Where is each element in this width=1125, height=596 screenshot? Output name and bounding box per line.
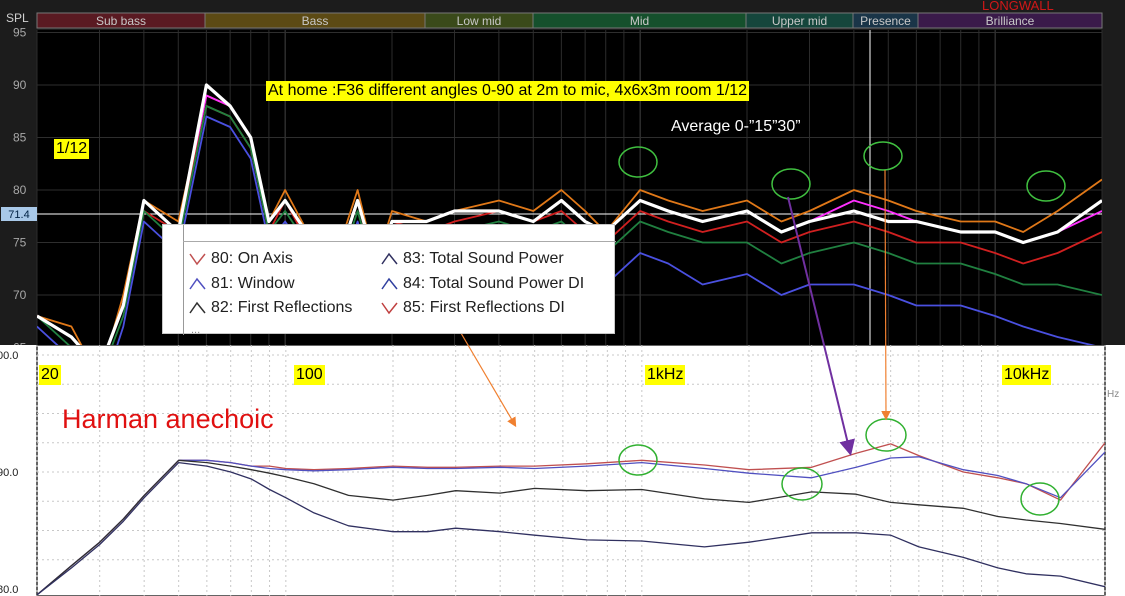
legend-swatch-icon — [381, 277, 398, 290]
plot-frame — [36, 345, 1106, 596]
legend-label: 83: Total Sound Power — [403, 250, 564, 267]
band-header: Sub bass — [36, 12, 206, 29]
band-header: Brilliance — [917, 12, 1103, 29]
axis-edge-fragment: Hz — [1107, 389, 1119, 400]
y-tick-label: 80.0 — [0, 584, 18, 596]
x-label-10khz: 10kHz — [1002, 365, 1052, 385]
y-tick-label: 90.0 — [0, 467, 18, 479]
band-label: Upper mid — [772, 14, 827, 28]
legend: 80: On Axis 81: Window 82: First Reflect… — [162, 224, 616, 335]
legend-item[interactable]: 84: Total Sound Power DI — [381, 275, 584, 293]
y-tick-label: 90 — [13, 78, 27, 92]
measurement-title: At home :F36 different angles 0-90 at 2m… — [266, 81, 750, 101]
band-label: Presence — [860, 14, 911, 28]
legend-label: 80: On Axis — [211, 250, 293, 267]
y-tick-label: 75 — [13, 236, 27, 250]
band-header: Presence — [852, 12, 919, 29]
legend-item[interactable]: 80: On Axis — [189, 250, 293, 268]
legend-swatch-icon — [381, 302, 398, 315]
legend-swatch-icon — [189, 277, 206, 290]
band-label: Mid — [630, 14, 649, 28]
x-label-1khz: 1kHz — [645, 365, 686, 385]
legend-item[interactable]: 82: First Reflections — [189, 299, 352, 317]
legend-truncated-row: ... — [191, 324, 201, 335]
legend-label: 85: First Reflections DI — [403, 299, 565, 316]
legend-divider — [183, 241, 616, 242]
band-header: Bass — [204, 12, 426, 29]
y-tick-label: 85 — [13, 131, 27, 145]
harman-anechoic-plot: 00.0 90.0 80.0 Hz — [0, 345, 1125, 596]
y-tick-label: 80 — [13, 183, 27, 197]
band-label: Low mid — [457, 14, 502, 28]
average-note: Average 0-”15”30” — [671, 118, 801, 135]
band-header: Upper mid — [745, 12, 854, 29]
harman-anechoic-chart: 00.0 90.0 80.0 Hz 20 100 1kHz 10kHz Harman… — [0, 345, 1125, 596]
band-label: Sub bass — [96, 14, 146, 28]
smoothing-label: 1/12 — [54, 139, 90, 159]
y-tick-label: 70 — [13, 288, 27, 302]
legend-swatch-icon — [189, 253, 206, 266]
y-tick-label: 95 — [13, 26, 27, 40]
legend-swatch-icon — [381, 252, 398, 265]
legend-item[interactable]: 81: Window — [189, 275, 295, 293]
cursor-value: 71.4 — [8, 209, 29, 221]
legend-item[interactable]: 83: Total Sound Power — [381, 250, 564, 268]
legend-label: 84: Total Sound Power DI — [403, 275, 585, 292]
harman-title: Harman anechoic — [62, 404, 274, 434]
spl-axis-label: SPL — [6, 11, 29, 25]
x-label-100: 100 — [294, 365, 325, 385]
band-header: Mid — [532, 12, 747, 29]
legend-item[interactable]: 85: First Reflections DI — [381, 299, 565, 317]
band-header: Low mid — [424, 12, 534, 29]
x-label-20: 20 — [39, 365, 61, 385]
brand-logo: LONGWALL — [982, 0, 1054, 13]
y-tick-label: 00.0 — [0, 350, 18, 362]
legend-label: 82: First Reflections — [211, 299, 353, 316]
legend-swatch-icon — [189, 301, 206, 314]
band-label: Bass — [302, 14, 329, 28]
legend-label: 81: Window — [211, 275, 295, 292]
band-label: Brilliance — [986, 14, 1035, 28]
